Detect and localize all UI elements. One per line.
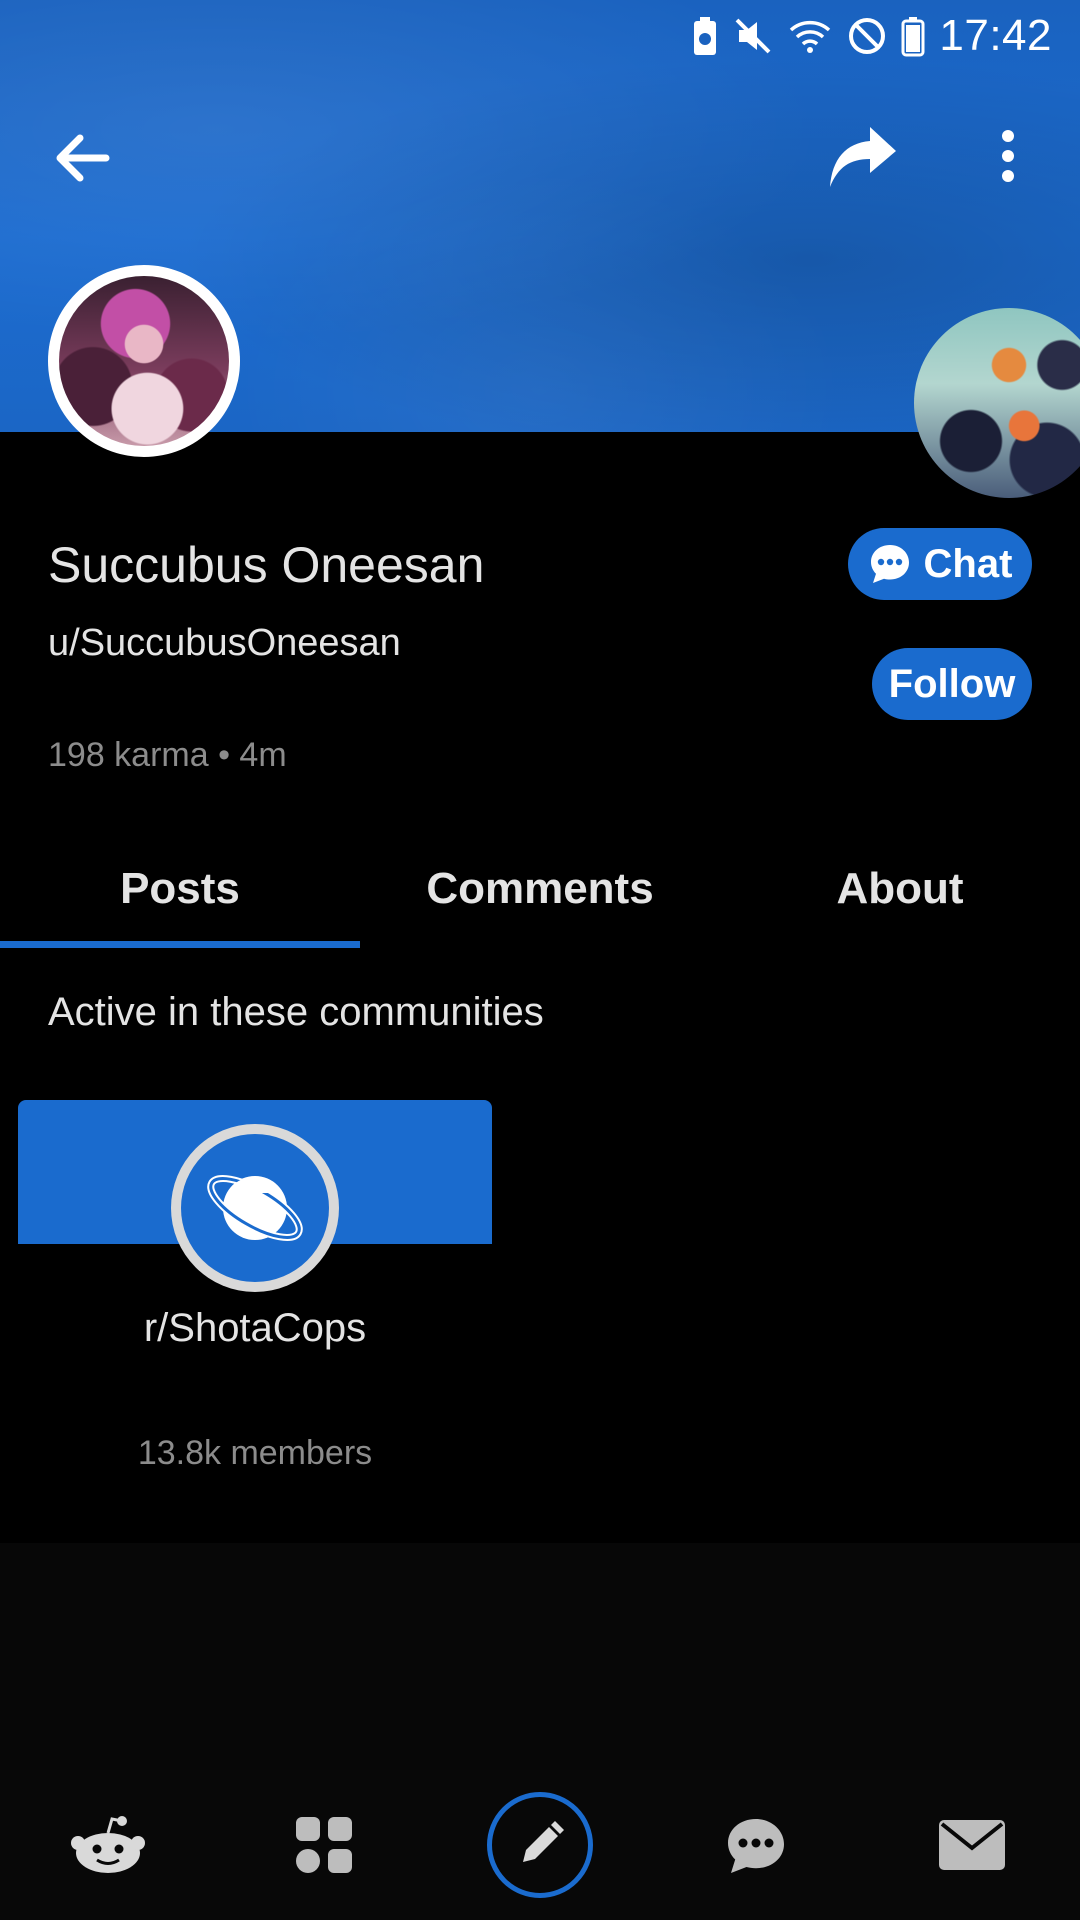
communities-icon (296, 1817, 352, 1873)
chat-icon (728, 1819, 784, 1873)
karma-age: 198 karma • 4m (48, 736, 287, 774)
tab-about[interactable]: About (720, 830, 1080, 948)
section-title: Active in these communities (48, 990, 544, 1034)
follow-button[interactable]: Follow (872, 648, 1032, 720)
display-name: Succubus Oneesan (48, 537, 485, 593)
chat-label: Chat (923, 541, 1013, 586)
do-not-disturb-icon (849, 18, 886, 54)
community-card[interactable]: r/ShotaCops (18, 1100, 492, 1540)
mute-icon (735, 18, 771, 54)
tab-posts-label: Posts (120, 864, 240, 913)
status-time: 17:42 (939, 11, 1052, 60)
nav-create-post[interactable] (432, 1770, 648, 1920)
planet-icon (207, 1175, 303, 1241)
share-arrow-icon (830, 127, 896, 187)
arrow-left-icon (56, 134, 110, 182)
battery-saver-icon (694, 17, 717, 55)
nav-home[interactable] (0, 1770, 216, 1920)
nav-communities[interactable] (216, 1770, 432, 1920)
vertical-dots-icon (1002, 130, 1014, 182)
bottom-navigation (0, 1770, 1080, 1920)
tab-comments-label: Comments (426, 864, 654, 913)
tab-posts[interactable]: Posts (0, 830, 360, 948)
share-button[interactable] (822, 116, 902, 196)
community-members: 13.8k members (137, 1434, 373, 1472)
back-button[interactable] (44, 120, 120, 196)
chat-bubble-icon (870, 545, 909, 583)
empty-feed-area (0, 1543, 1080, 1770)
status-bar: 17:42 (0, 0, 1080, 72)
reddit-home-icon (71, 1816, 145, 1873)
create-post-icon (523, 1821, 564, 1862)
wifi-icon (790, 20, 831, 53)
profile-tabs: Posts Comments About (0, 830, 1080, 948)
tab-comments[interactable]: Comments (360, 830, 720, 948)
inbox-icon (939, 1820, 1005, 1870)
community-avatar (171, 1124, 339, 1292)
chat-button[interactable]: Chat (848, 528, 1032, 600)
nav-chat[interactable] (648, 1770, 864, 1920)
user-avatar[interactable] (48, 265, 240, 457)
username: u/SuccubusOneesan (48, 622, 401, 664)
active-tab-indicator (0, 941, 360, 948)
more-options-button[interactable] (982, 116, 1034, 196)
battery-icon (901, 17, 925, 57)
follow-label: Follow (888, 661, 1016, 706)
nav-inbox[interactable] (864, 1770, 1080, 1920)
user-avatar-image (59, 276, 229, 446)
tab-about-label: About (836, 864, 964, 913)
community-name: r/ShotaCops (143, 1306, 367, 1350)
